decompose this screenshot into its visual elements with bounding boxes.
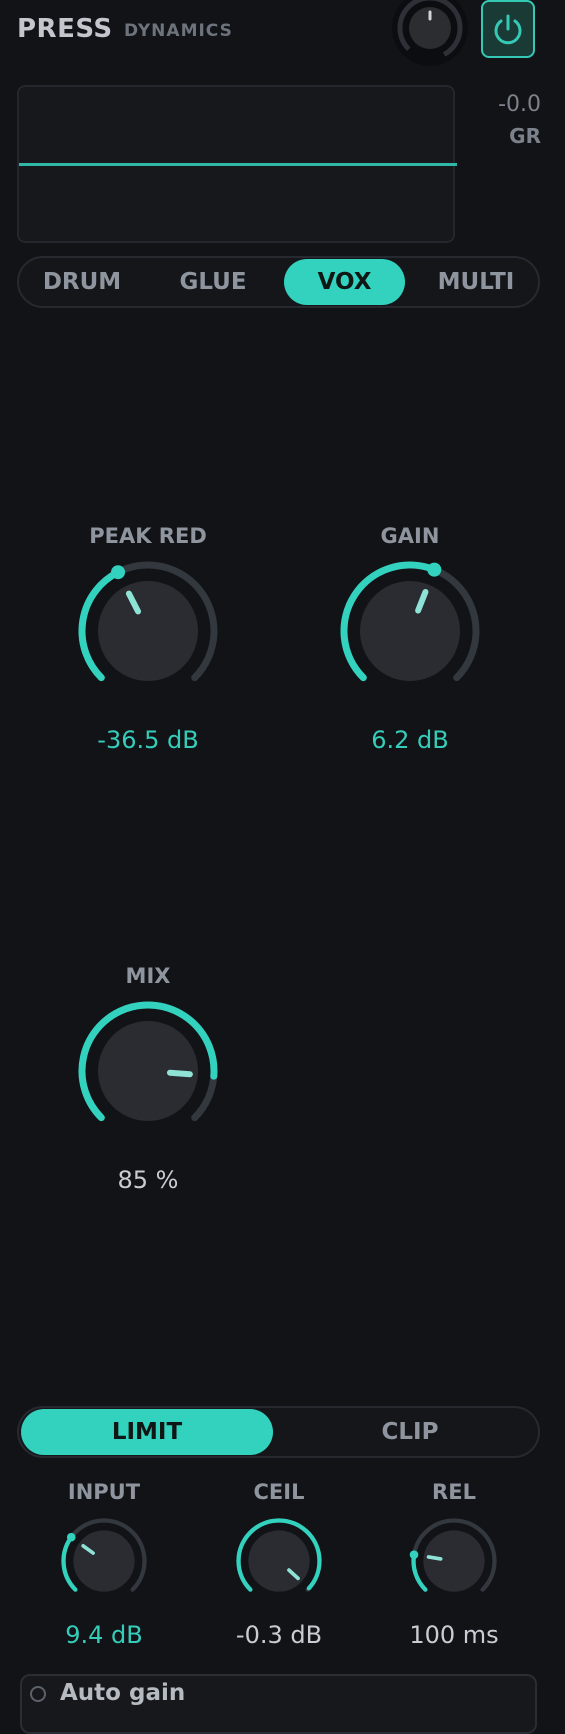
mode-multi[interactable]: MULTI — [426, 259, 526, 305]
app-subtitle: DYNAMICS — [124, 21, 233, 41]
knob-pointer — [166, 1069, 193, 1078]
knob-handle — [111, 565, 126, 580]
rel-label: REL — [432, 1480, 476, 1504]
app-title: PRESS — [17, 14, 113, 44]
power-icon — [494, 14, 522, 45]
knob-handle — [66, 1532, 76, 1542]
tab-limit[interactable]: LIMIT — [21, 1409, 273, 1455]
auto-gain-label: Auto gain — [60, 1680, 186, 1706]
ceil-label: CEIL — [253, 1480, 305, 1504]
mix-knob[interactable] — [73, 996, 223, 1146]
ceil-value: -0.3 dB — [235, 1621, 323, 1649]
knob-body — [423, 1530, 485, 1592]
gain-reduction-trace — [19, 163, 457, 166]
input-label: INPUT — [67, 1480, 141, 1504]
rel-knob[interactable] — [408, 1515, 500, 1607]
gain-value: 6.2 dB — [371, 726, 449, 754]
knob-handle — [427, 562, 442, 577]
mode-vox[interactable]: VOX — [284, 259, 405, 305]
auto-gain-radio-icon[interactable] — [30, 1686, 46, 1702]
input-knob[interactable] — [58, 1515, 150, 1607]
mix-label: MIX — [125, 964, 171, 988]
rel-value: 100 ms — [409, 1621, 499, 1649]
output-knob[interactable] — [392, 0, 468, 66]
mix-value: 85 % — [117, 1166, 179, 1194]
peak-red-value: -36.5 dB — [97, 726, 199, 754]
mode-glue[interactable]: GLUE — [165, 259, 261, 305]
tab-clip[interactable]: CLIP — [284, 1409, 536, 1455]
knob-body — [73, 1530, 135, 1592]
peak-red-knob[interactable] — [73, 556, 223, 706]
ceil-knob[interactable] — [233, 1515, 325, 1607]
knob-body — [360, 581, 460, 681]
knob-handle — [409, 1550, 419, 1559]
peak-red-label: PEAK RED — [89, 524, 207, 548]
gr-readout: -0.0 — [498, 92, 541, 117]
knob-body — [98, 581, 198, 681]
gain-label: GAIN — [380, 524, 440, 548]
mode-drum[interactable]: DRUM — [30, 259, 134, 305]
knob-pointer — [426, 1555, 443, 1561]
knob-body — [248, 1530, 310, 1592]
gain-knob[interactable] — [335, 556, 485, 706]
gr-label: GR — [509, 124, 541, 148]
power-button[interactable] — [481, 0, 535, 58]
input-value: 9.4 dB — [65, 1621, 143, 1649]
